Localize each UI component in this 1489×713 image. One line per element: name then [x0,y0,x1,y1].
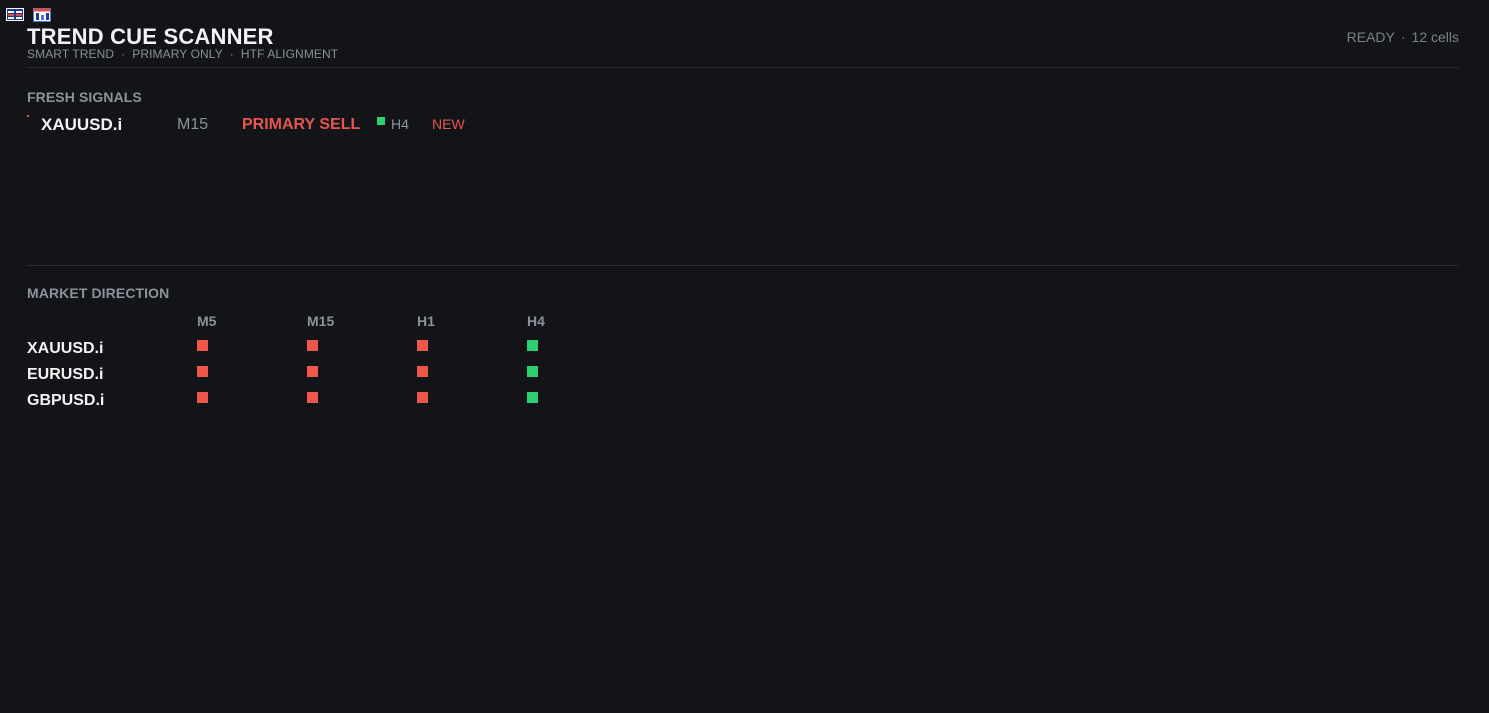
fresh-signals-title: FRESH SIGNALS [27,89,142,105]
scanner-panel: TREND CUE SCANNER SMART TREND · PRIMARY ON… [0,0,1489,713]
grid-header-m15: M15 [307,313,335,329]
direction-cell-bear [197,366,208,377]
grid-header-h1: H1 [417,313,435,329]
direction-cell-bear [307,392,318,403]
grid-header-h4: H4 [527,313,545,329]
status-text: READY [1346,29,1395,45]
direction-cell-bear [307,366,318,377]
signal-htf: H4 [391,116,409,132]
window-icons [6,8,51,22]
signal-marker-icon [27,115,29,117]
table-icon[interactable] [6,8,24,21]
signal-symbol: XAUUSD.i [41,115,123,134]
signal-new-badge: NEW [432,116,465,132]
direction-cell-bear [197,392,208,403]
subtitle-alignment: HTF ALIGNMENT [240,47,339,61]
subtitle-mode: SMART TREND [27,47,115,61]
chart-window-icon[interactable] [33,8,51,22]
grid-header-m5: M5 [197,313,217,329]
direction-cell-bear [307,340,318,351]
direction-cell-bear [417,366,428,377]
subtitle-filter: PRIMARY ONLY [132,47,223,61]
divider [27,265,1459,266]
grid-row-symbol: XAUUSD.i [27,340,104,357]
status-readout: READY · 12 cells [1346,29,1459,45]
direction-cell-bear [197,340,208,351]
direction-cell-bear [417,340,428,351]
market-direction-title: MARKET DIRECTION [27,285,170,301]
direction-cell-bull [527,392,538,403]
direction-cell-bear [417,392,428,403]
grid-row-symbol: EURUSD.i [27,366,104,383]
htf-direction-indicator [377,117,385,125]
direction-cell-bull [527,366,538,377]
app-subtitle: SMART TREND · PRIMARY ONLY · HTF ALIGNMENT [27,47,339,61]
signal-timeframe: M15 [177,116,209,133]
cell-count: 12 cells [1411,29,1459,45]
signal-action: PRIMARY SELL [242,116,361,133]
app-title: TREND CUE SCANNER [27,24,274,49]
direction-cell-bull [527,340,538,351]
grid-row-symbol: GBPUSD.i [27,392,105,409]
divider [27,67,1459,68]
